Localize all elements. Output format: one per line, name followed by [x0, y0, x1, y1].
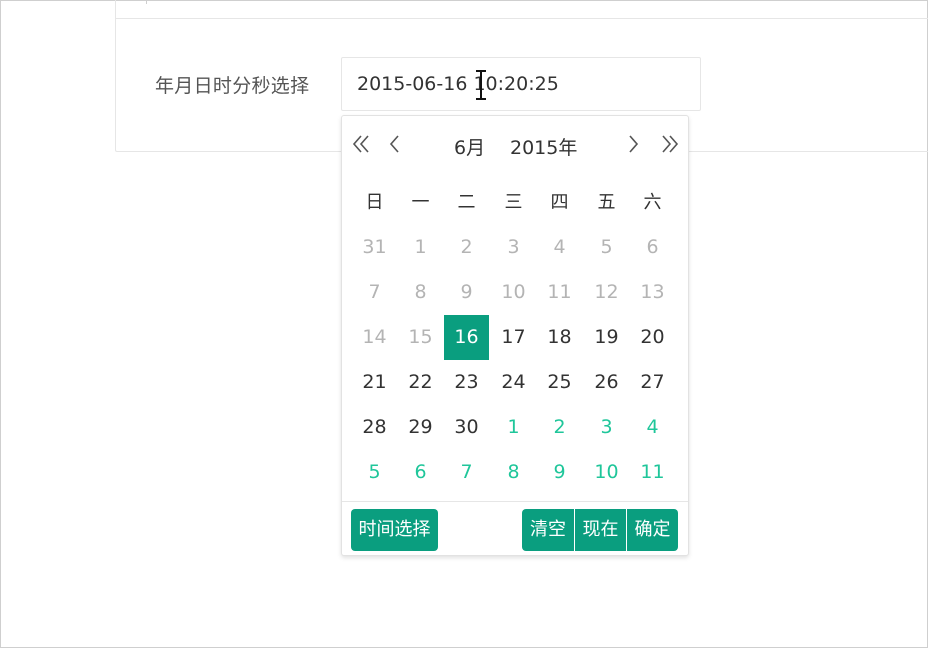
- year-select[interactable]: 2015年: [510, 133, 577, 160]
- calendar-day[interactable]: 12: [584, 270, 629, 315]
- calendar-day-selected[interactable]: 16: [444, 315, 489, 360]
- calendar-week-row: 5 6 7 8 9 10 11: [350, 450, 680, 495]
- calendar-day[interactable]: 9: [444, 270, 489, 315]
- calendar-day[interactable]: 7: [352, 270, 397, 315]
- calendar-day[interactable]: 29: [398, 405, 443, 450]
- calendar-week-row: 7 8 9 10 11 12 13: [350, 270, 680, 315]
- calendar-day[interactable]: 9: [537, 450, 582, 495]
- confirm-button[interactable]: 确定: [627, 509, 678, 551]
- calendar-day[interactable]: 5: [352, 450, 397, 495]
- picker-header: 6月 2015年: [342, 116, 688, 174]
- chevron-right-icon[interactable]: [625, 130, 641, 158]
- picker-footer: 时间选择 清空 现在 确定: [342, 501, 688, 556]
- calendar-day[interactable]: 28: [352, 405, 397, 450]
- weekday-header: 日 一 二 三 四 五 六: [350, 180, 680, 225]
- calendar-week-row: 28 29 30 1 2 3 4: [350, 405, 680, 450]
- calendar-day[interactable]: 3: [584, 405, 629, 450]
- calendar-day[interactable]: 11: [630, 450, 675, 495]
- datetime-input[interactable]: [341, 57, 701, 111]
- calendar-day[interactable]: 6: [630, 225, 675, 270]
- datetime-label: 年月日时分秒选择: [155, 75, 310, 97]
- calendar-day[interactable]: 19: [584, 315, 629, 360]
- calendar-day[interactable]: 21: [352, 360, 397, 405]
- calendar-week-row: 21 22 23 24 25 26 27: [350, 360, 680, 405]
- weekday-label: 日: [365, 192, 384, 213]
- month-select[interactable]: 6月: [454, 133, 485, 160]
- calendar-day[interactable]: 1: [491, 405, 536, 450]
- calendar-day[interactable]: 14: [352, 315, 397, 360]
- calendar-week-row: 31 1 2 3 4 5 6: [350, 225, 680, 270]
- calendar-day[interactable]: 4: [537, 225, 582, 270]
- calendar-day[interactable]: 8: [398, 270, 443, 315]
- calendar-day[interactable]: 18: [537, 315, 582, 360]
- calendar-day[interactable]: 31: [352, 225, 397, 270]
- calendar-week-row: 14 15 16 17 18 19 20: [350, 315, 680, 360]
- footer-button-group: 清空 现在 确定: [522, 509, 678, 551]
- double-chevron-left-icon[interactable]: [351, 130, 371, 158]
- now-button[interactable]: 现在: [575, 509, 626, 551]
- calendar-day[interactable]: 3: [491, 225, 536, 270]
- weekday-label: 五: [597, 192, 616, 213]
- calendar-day[interactable]: 30: [444, 405, 489, 450]
- calendar-day[interactable]: 1: [398, 225, 443, 270]
- clear-button[interactable]: 清空: [522, 509, 574, 551]
- weekday-label: 三: [504, 192, 523, 213]
- calendar-day[interactable]: 8: [491, 450, 536, 495]
- date-picker-panel: 6月 2015年 日 一 二 三 四 五 六 31 1 2 3 4 5 6 7 8 9 10 11 12…: [341, 115, 689, 556]
- calendar-day[interactable]: 23: [444, 360, 489, 405]
- calendar-day[interactable]: 10: [584, 450, 629, 495]
- chevron-left-icon[interactable]: [387, 130, 403, 158]
- calendar-day[interactable]: 17: [491, 315, 536, 360]
- weekday-label: 二: [457, 192, 476, 213]
- text-cursor-icon: [476, 70, 486, 100]
- calendar-day[interactable]: 6: [398, 450, 443, 495]
- calendar-day[interactable]: 22: [398, 360, 443, 405]
- weekday-label: 六: [643, 192, 662, 213]
- divider: [146, 0, 147, 4]
- calendar-day[interactable]: 2: [537, 405, 582, 450]
- calendar-day[interactable]: 25: [537, 360, 582, 405]
- weekday-label: 一: [411, 192, 430, 213]
- top-card: [115, 0, 928, 19]
- calendar-day[interactable]: 20: [630, 315, 675, 360]
- calendar-day[interactable]: 26: [584, 360, 629, 405]
- weekday-label: 四: [550, 192, 569, 213]
- calendar-day[interactable]: 7: [444, 450, 489, 495]
- time-select-button[interactable]: 时间选择: [351, 509, 438, 551]
- calendar-day[interactable]: 4: [630, 405, 675, 450]
- calendar-day[interactable]: 24: [491, 360, 536, 405]
- calendar-day[interactable]: 5: [584, 225, 629, 270]
- calendar-day[interactable]: 15: [398, 315, 443, 360]
- calendar-day[interactable]: 2: [444, 225, 489, 270]
- calendar-day[interactable]: 13: [630, 270, 675, 315]
- calendar-day[interactable]: 27: [630, 360, 675, 405]
- double-chevron-right-icon[interactable]: [660, 130, 680, 158]
- calendar-day[interactable]: 10: [491, 270, 536, 315]
- calendar-day[interactable]: 11: [537, 270, 582, 315]
